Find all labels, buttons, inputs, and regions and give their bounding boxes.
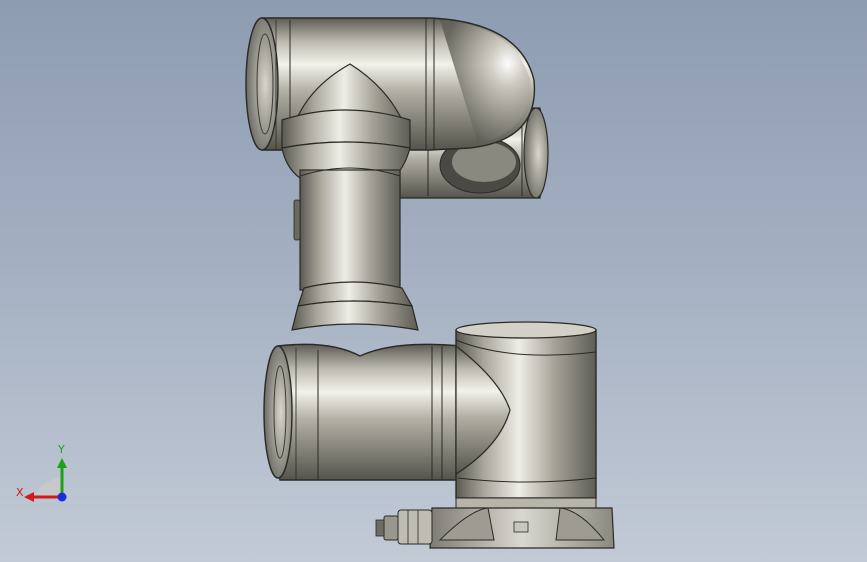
elbow-joint[interactable] <box>263 343 461 481</box>
cable-connector[interactable] <box>375 509 433 545</box>
x-axis-label: X <box>16 486 24 499</box>
base[interactable] <box>429 321 615 549</box>
cad-viewport[interactable]: X Y <box>0 0 867 562</box>
robot-arm-model[interactable] <box>0 0 867 562</box>
y-axis-label: Y <box>58 443 65 456</box>
elbow-collar <box>291 281 419 331</box>
upper-arm-link[interactable] <box>293 167 401 291</box>
